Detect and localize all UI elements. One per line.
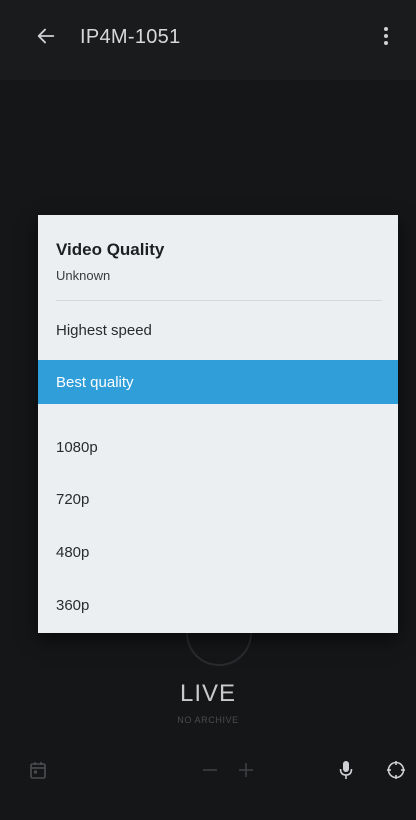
zoom-in-button[interactable] xyxy=(232,758,260,786)
dialog-divider xyxy=(56,300,382,301)
archive-status: NO ARCHIVE xyxy=(177,715,239,725)
quality-option-480p[interactable]: 480p xyxy=(38,530,398,574)
calendar-icon xyxy=(30,761,46,784)
camera-title: IP4M-1051 xyxy=(80,26,181,48)
quality-option-highest-speed[interactable]: Highest speed xyxy=(38,308,398,352)
arrow-left-icon xyxy=(35,25,57,52)
calendar-button[interactable] xyxy=(24,758,52,786)
live-label: LIVE xyxy=(179,680,237,707)
zoom-out-button[interactable] xyxy=(196,758,224,786)
quality-option-best-quality[interactable]: Best quality xyxy=(38,360,398,404)
back-button[interactable] xyxy=(32,24,60,52)
more-vertical-icon xyxy=(383,25,389,52)
zoom-in-icon xyxy=(238,762,254,783)
bottom-toolbar xyxy=(0,750,416,810)
camera-screen: IP4M-1051 LIVE NO ARCHIVE Video Quality … xyxy=(0,0,416,820)
dialog-title: Video Quality xyxy=(56,240,165,259)
quality-option-1080p[interactable]: 1080p xyxy=(38,425,398,469)
ptz-control-icon xyxy=(386,760,406,785)
quality-option-720p[interactable]: 720p xyxy=(38,477,398,521)
dialog-subtitle: Unknown xyxy=(56,268,111,283)
zoom-out-icon xyxy=(202,762,218,783)
quality-option-360p[interactable]: 360p xyxy=(38,583,398,627)
microphone-button[interactable] xyxy=(332,758,360,786)
microphone-icon xyxy=(339,760,353,785)
top-app-bar: IP4M-1051 xyxy=(0,0,416,80)
video-quality-dialog: Video Quality Unknown Highest speed Best… xyxy=(38,215,398,633)
more-options-button[interactable] xyxy=(374,24,398,52)
ptz-control-button[interactable] xyxy=(382,758,410,786)
